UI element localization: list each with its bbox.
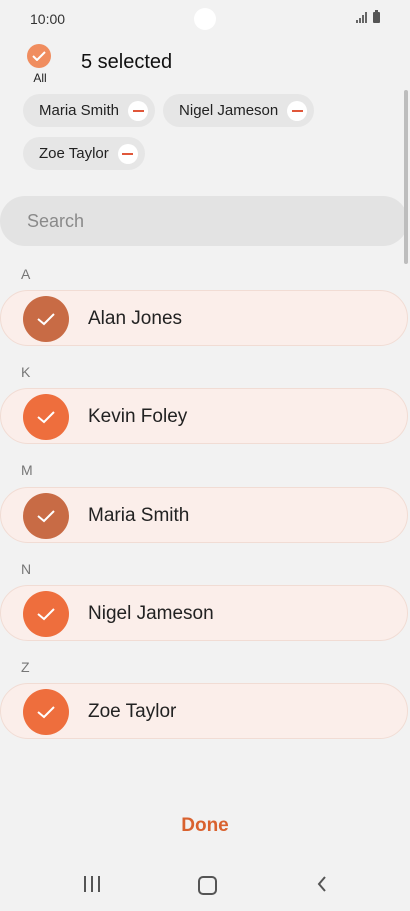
chip-label: Nigel Jameson bbox=[179, 102, 279, 119]
contact-item-zoe-taylor[interactable]: Zoe Taylor bbox=[0, 683, 408, 739]
contact-name: Zoe Taylor bbox=[88, 701, 177, 722]
battery-icon bbox=[373, 10, 380, 23]
selection-header: All 5 selected bbox=[0, 44, 410, 85]
home-icon[interactable] bbox=[198, 876, 217, 895]
contact-item-alan-jones[interactable]: Alan Jones bbox=[0, 290, 408, 346]
search-input[interactable]: Search bbox=[0, 196, 408, 246]
contact-name: Kevin Foley bbox=[88, 406, 188, 427]
front-camera bbox=[194, 8, 216, 30]
selected-chip[interactable]: Maria Smith bbox=[23, 94, 156, 127]
selected-chips: Maria Smith Nigel Jameson Zoe Taylor bbox=[23, 94, 393, 170]
signal-icon bbox=[356, 12, 367, 23]
recent-apps-icon[interactable] bbox=[84, 876, 100, 892]
chip-label: Zoe Taylor bbox=[39, 145, 109, 162]
search-placeholder: Search bbox=[27, 211, 85, 231]
contact-name: Maria Smith bbox=[88, 505, 190, 526]
select-all-toggle[interactable]: All bbox=[27, 44, 53, 85]
scrollbar[interactable] bbox=[404, 90, 408, 264]
status-bar: 10:00 bbox=[0, 0, 410, 38]
checked-avatar bbox=[23, 394, 69, 440]
section-header-k: K bbox=[21, 364, 31, 380]
contact-item-nigel-jameson[interactable]: Nigel Jameson bbox=[0, 585, 408, 641]
contact-item-kevin-foley[interactable]: Kevin Foley bbox=[0, 388, 408, 444]
checked-avatar bbox=[23, 493, 69, 539]
navigation-bar bbox=[0, 866, 410, 902]
section-header-a: A bbox=[21, 266, 31, 282]
selected-count: 5 selected bbox=[81, 51, 173, 73]
contact-name: Nigel Jameson bbox=[88, 603, 214, 624]
remove-icon[interactable] bbox=[128, 100, 149, 121]
remove-icon[interactable] bbox=[117, 143, 138, 164]
chip-label: Maria Smith bbox=[39, 102, 120, 119]
checked-avatar bbox=[23, 591, 69, 637]
back-icon[interactable] bbox=[317, 876, 327, 897]
checked-avatar bbox=[23, 296, 69, 342]
system-icons bbox=[356, 10, 380, 23]
contact-name: Alan Jones bbox=[88, 308, 183, 329]
section-header-z: Z bbox=[21, 659, 30, 675]
status-time: 10:00 bbox=[30, 11, 66, 27]
section-header-n: N bbox=[21, 561, 32, 577]
check-icon bbox=[27, 44, 51, 68]
done-button[interactable]: Done bbox=[0, 815, 410, 837]
checked-avatar bbox=[23, 689, 69, 735]
select-all-label: All bbox=[33, 71, 47, 85]
selected-chip[interactable]: Zoe Taylor bbox=[23, 137, 145, 170]
selected-chip[interactable]: Nigel Jameson bbox=[163, 94, 315, 127]
section-header-m: M bbox=[21, 462, 33, 478]
contact-item-maria-smith[interactable]: Maria Smith bbox=[0, 487, 408, 543]
remove-icon[interactable] bbox=[287, 100, 308, 121]
